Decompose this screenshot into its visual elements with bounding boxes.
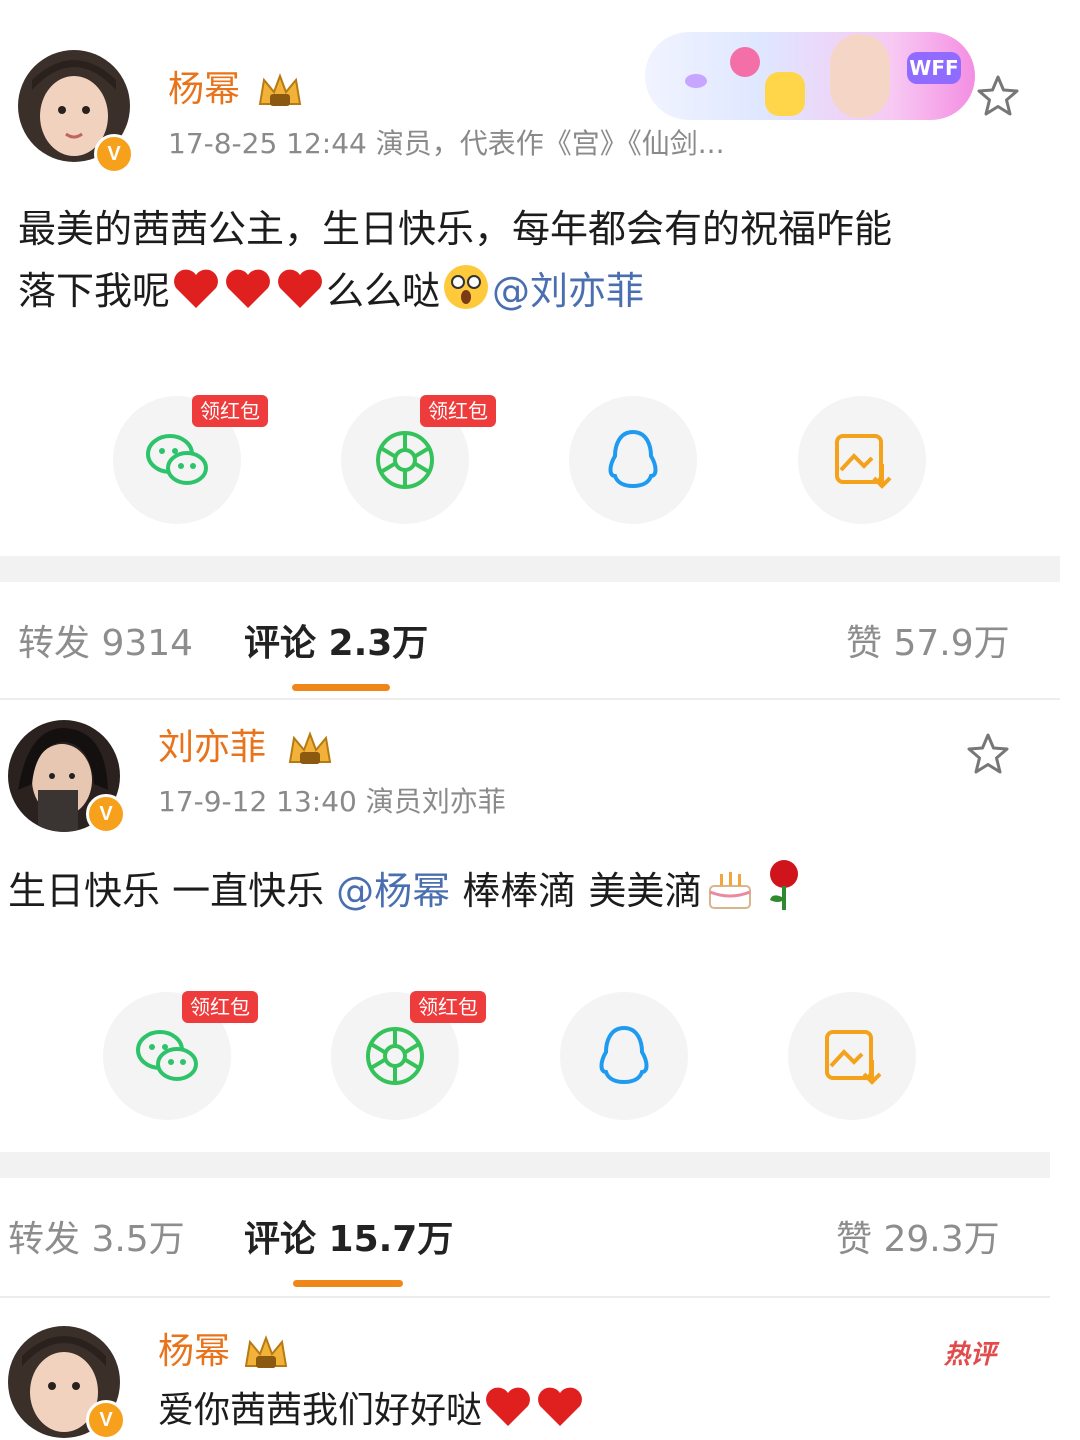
mascot-icon [765, 72, 805, 116]
active-tab-indicator [293, 1280, 403, 1287]
red-packet-tag: 领红包 [410, 991, 486, 1023]
post-text-line: 最美的茜茜公主，生日快乐，每年都会有的祝福咋能 [18, 207, 893, 251]
comment-tab[interactable]: 评论 2.3万 [244, 622, 428, 666]
heart-emoji-icon [174, 269, 218, 308]
mention-link[interactable]: @刘亦菲 [492, 269, 644, 313]
banner-label: WFF [907, 52, 961, 84]
cake-emoji-icon [709, 872, 752, 909]
heart-emoji-icon [278, 269, 322, 308]
verified-badge-icon: V [86, 794, 126, 834]
share-qq-button[interactable] [560, 992, 688, 1120]
save-image-icon [825, 1030, 882, 1085]
red-packet-tag: 领红包 [420, 395, 496, 427]
post-text: 么么哒 [326, 269, 441, 313]
save-image-icon [835, 434, 892, 489]
verified-badge-icon: V [94, 134, 134, 174]
comment-text: 爱你茜茜我们好好哒 [158, 1390, 483, 1431]
planet-ring-icon [685, 74, 707, 88]
favorite-star-icon[interactable] [974, 72, 1022, 120]
favorite-star-icon[interactable] [964, 730, 1012, 778]
share-qq-button[interactable] [569, 396, 697, 524]
verified-badge-icon: V [86, 1400, 126, 1440]
active-tab-indicator [292, 684, 390, 691]
moments-icon [366, 1027, 424, 1085]
hot-comment-badge: 热评 [944, 1340, 997, 1370]
post-meta: 17-9-12 13:40 演员刘亦菲 [158, 785, 506, 818]
post-text: 落下我呢 [18, 269, 171, 313]
comment-username[interactable]: 杨幂 [158, 1330, 230, 1374]
divider [0, 698, 1060, 700]
crown-member-icon [244, 1335, 288, 1368]
rose-emoji-icon [770, 860, 799, 910]
surprised-emoji-icon [444, 265, 489, 309]
post-meta: 17-8-25 12:44 演员，代表作《宫》《仙剑... [168, 127, 725, 160]
save-image-button[interactable] [788, 992, 916, 1120]
heart-emoji-icon [226, 269, 270, 308]
like-tab[interactable]: 赞 29.3万 [836, 1218, 1000, 1262]
section-divider [0, 556, 1060, 582]
qq-penguin-icon [608, 429, 658, 489]
crown-member-icon [288, 731, 332, 764]
post-text-line: 生日快乐 一直快乐 @杨幂 棒棒滴 美美滴 [8, 856, 810, 922]
portrait-image [830, 34, 890, 118]
red-packet-tag: 领红包 [182, 991, 258, 1023]
post-username[interactable]: 刘亦菲 [158, 726, 266, 770]
post-username[interactable]: 杨幂 [168, 68, 240, 112]
post-text: 生日快乐 一直快乐 [8, 869, 337, 913]
qq-penguin-icon [599, 1025, 649, 1085]
section-divider [0, 1152, 1050, 1178]
moments-icon [376, 431, 434, 489]
mention-link[interactable]: @杨幂 [336, 869, 450, 913]
crown-member-icon [258, 73, 302, 106]
promo-banner[interactable]: WFF [645, 32, 975, 120]
repost-tab[interactable]: 转发 3.5万 [8, 1218, 185, 1262]
comment-text-line: 爱你茜茜我们好好哒 [158, 1384, 586, 1438]
post-text-line: 落下我呢 么么哒 @刘亦菲 [18, 260, 644, 322]
wechat-icon [146, 434, 208, 485]
planet-icon [730, 47, 760, 77]
heart-emoji-icon [486, 1387, 530, 1426]
comment-tab[interactable]: 评论 15.7万 [244, 1218, 453, 1262]
wechat-icon [136, 1030, 198, 1081]
repost-tab[interactable]: 转发 9314 [18, 622, 193, 666]
divider [0, 1296, 1050, 1298]
heart-emoji-icon [538, 1387, 582, 1426]
red-packet-tag: 领红包 [192, 395, 268, 427]
save-image-button[interactable] [798, 396, 926, 524]
like-tab[interactable]: 赞 57.9万 [846, 622, 1010, 666]
post-text: 棒棒滴 美美滴 [450, 869, 703, 913]
